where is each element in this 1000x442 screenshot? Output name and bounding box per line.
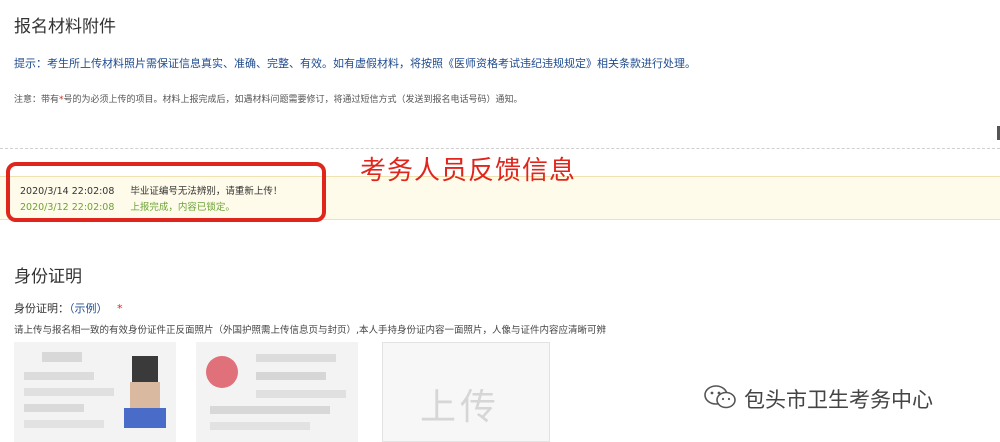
uploaded-image-thumbnail[interactable] bbox=[14, 342, 176, 442]
example-link[interactable]: （示例） bbox=[69, 302, 108, 315]
hint-text: 提示：考生所上传材料照片需保证信息真实、准确、完整、有效。如有虚假材料，将按照《… bbox=[14, 57, 696, 70]
note-text: 注意：带有*号的为必须上传的项目。材料上报完成后，如遇材料问题需要修订，将通过短… bbox=[14, 92, 523, 105]
upload-label: 上传 bbox=[420, 387, 501, 428]
note-suffix: 号的为必须上传的项目。材料上报完成后，如遇材料问题需要修订，将通过短信方式（发送… bbox=[63, 95, 523, 105]
field-label-text: 身份证明： bbox=[14, 302, 69, 315]
section-title-identity: 身份证明 bbox=[14, 267, 82, 287]
identity-description: 请上传与报名相一致的有效身份证件正反面照片（外国护照需上传信息页与封页）,本人手… bbox=[14, 325, 607, 336]
wechat-icon bbox=[704, 385, 736, 409]
required-star: * bbox=[117, 302, 123, 315]
uploaded-image-thumbnail[interactable] bbox=[196, 342, 358, 442]
divider bbox=[0, 148, 1000, 149]
watermark-text: 包头市卫生考务中心 bbox=[744, 388, 933, 412]
section-title-attachments: 报名材料附件 bbox=[14, 17, 116, 37]
annotation-label: 考务人员反馈信息 bbox=[360, 156, 577, 186]
annotation-highlight-box bbox=[6, 162, 326, 222]
identity-field-label: 身份证明：（示例） * bbox=[14, 300, 123, 316]
note-prefix: 注意：带有 bbox=[14, 95, 60, 105]
